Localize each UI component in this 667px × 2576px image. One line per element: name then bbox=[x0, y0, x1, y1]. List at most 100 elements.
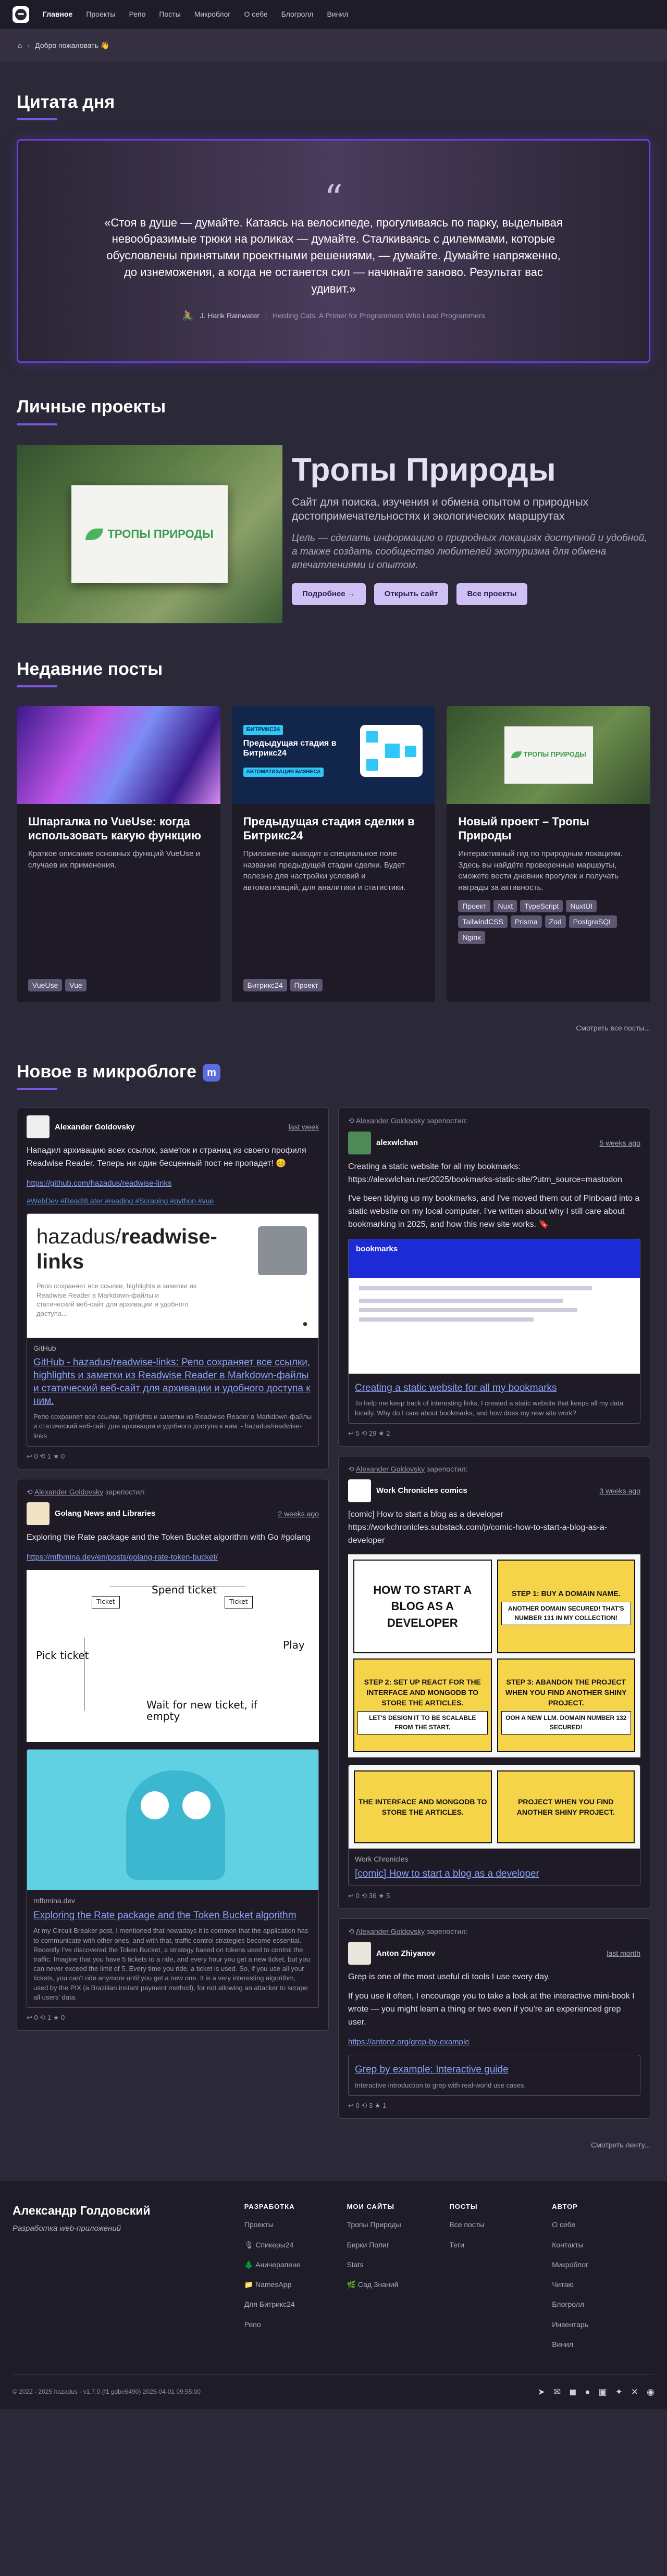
link-card[interactable]: mfbmina.dev Exploring the Rate package a… bbox=[27, 1749, 319, 2008]
project-details-button[interactable]: Подробнее → bbox=[292, 583, 366, 606]
link-title[interactable]: GitHub - hazadus/readwise-links: Репо со… bbox=[33, 1356, 312, 1408]
link-card[interactable]: Grep by example: Interactive guide Inter… bbox=[348, 2055, 640, 2096]
link-title[interactable]: Grep by example: Interactive guide bbox=[355, 2064, 634, 2077]
email-icon[interactable]: ✉ bbox=[553, 2386, 561, 2399]
avatar[interactable] bbox=[27, 1115, 50, 1139]
tag[interactable]: VueUse bbox=[28, 978, 63, 991]
link-preview-image: THE INTERFACE AND MONGODB TO STORE THE A… bbox=[349, 1765, 640, 1849]
tag[interactable]: PostgreSQL bbox=[569, 915, 617, 928]
tag[interactable]: Nuxt bbox=[493, 899, 517, 913]
tag[interactable]: TailwindCSS bbox=[458, 915, 508, 928]
footer-link[interactable]: Блогролл bbox=[552, 2299, 654, 2309]
tag[interactable]: Битрикс24 bbox=[243, 978, 287, 991]
link-title[interactable]: Creating a static website for all my boo… bbox=[355, 1382, 634, 1395]
toot-date[interactable]: last month bbox=[607, 1948, 640, 1958]
avatar[interactable] bbox=[348, 1942, 371, 1965]
nav-projects[interactable]: Проекты bbox=[86, 9, 115, 19]
footer-link[interactable]: 🎙 Спикеры24 bbox=[244, 2240, 347, 2250]
footer-link[interactable]: Бирки Полиг bbox=[347, 2240, 450, 2250]
open-site-button[interactable]: Открыть сайт bbox=[374, 583, 449, 606]
nav-microblog[interactable]: Микроблог bbox=[194, 9, 231, 19]
footer-link[interactable]: Stats bbox=[347, 2259, 450, 2270]
telegram-icon[interactable]: ➤ bbox=[538, 2386, 545, 2399]
toot-link[interactable]: https://antonz.org/grep-by-example bbox=[348, 2037, 640, 2048]
footer-link[interactable]: О себе bbox=[552, 2219, 654, 2230]
toot-date[interactable]: 3 weeks ago bbox=[599, 1486, 640, 1496]
tag[interactable]: Проект bbox=[290, 978, 323, 991]
tag[interactable]: Prisma bbox=[510, 915, 542, 928]
post-card[interactable]: БИТРИКС24 Предыдущая стадия в Битрикс24 … bbox=[231, 706, 436, 1002]
x-icon[interactable]: ✕ bbox=[631, 2386, 638, 2399]
footer-link[interactable]: Инвентарь bbox=[552, 2319, 654, 2330]
tag[interactable]: NuxtUI bbox=[566, 899, 597, 913]
footer-name: Александр Голдовский bbox=[13, 2204, 151, 2218]
top-navigation: Главное Проекты Репо Посты Микроблог О с… bbox=[0, 0, 667, 29]
link-card[interactable]: bookmarks Creating a static website for … bbox=[348, 1238, 640, 1424]
link-card[interactable]: THE INTERFACE AND MONGODB TO STORE THE A… bbox=[348, 1765, 640, 1887]
toot-date[interactable]: last week bbox=[289, 1122, 319, 1132]
toot-author[interactable]: Golang News and Libraries bbox=[55, 1508, 155, 1519]
avatar[interactable] bbox=[27, 1502, 50, 1525]
toot-date[interactable]: 5 weeks ago bbox=[599, 1138, 640, 1148]
project-logo: ТРОПЫ ПРИРОДЫ bbox=[71, 485, 228, 583]
footer-link[interactable]: Для Битрикс24 bbox=[244, 2299, 347, 2309]
footer-link[interactable]: Микроблог bbox=[552, 2259, 654, 2270]
tag[interactable]: Zod bbox=[545, 915, 566, 928]
avatar[interactable] bbox=[348, 1479, 371, 1502]
all-projects-button[interactable]: Все проекты bbox=[456, 583, 527, 606]
toot-author[interactable]: alexwlchan bbox=[376, 1137, 418, 1149]
bluesky-icon[interactable]: ✦ bbox=[615, 2386, 623, 2399]
footer-link[interactable]: Все посты bbox=[449, 2219, 552, 2230]
post-title[interactable]: Шпаргалка по VueUse: когда использовать … bbox=[28, 814, 209, 843]
post-title[interactable]: Новый проект – Тропы Природы bbox=[458, 814, 639, 843]
footer-link[interactable]: Читаю bbox=[552, 2279, 654, 2290]
footer-link[interactable]: Тропы Природы bbox=[347, 2219, 450, 2230]
github-icon[interactable]: ● bbox=[585, 2386, 590, 2399]
tag[interactable]: Проект bbox=[458, 899, 491, 913]
microblog-feed-link[interactable]: Смотреть ленту... bbox=[17, 2140, 650, 2150]
dev-icon[interactable]: ▣ bbox=[599, 2386, 607, 2399]
post-card[interactable]: ТРОПЫ ПРИРОДЫ Новый проект – Тропы Приро… bbox=[447, 706, 651, 1002]
footer-link[interactable]: Винил bbox=[552, 2339, 654, 2349]
footer-link[interactable]: Проекты bbox=[244, 2219, 347, 2230]
avatar[interactable] bbox=[348, 1131, 371, 1154]
toot-author[interactable]: Anton Zhiyanov bbox=[376, 1948, 435, 1959]
nav-repos[interactable]: Репо bbox=[129, 9, 146, 19]
project-goal: Цель — сделать информацию о природных ло… bbox=[292, 533, 647, 571]
nav-about[interactable]: О себе bbox=[244, 9, 268, 19]
toot-link[interactable]: https://mfbmina.dev/en/posts/golang-rate… bbox=[27, 1552, 319, 1563]
breadcrumb-separator: › bbox=[27, 41, 30, 49]
nav-blogroll[interactable]: Блогролл bbox=[281, 9, 314, 19]
link-title[interactable]: Exploring the Rate package and the Token… bbox=[33, 1909, 312, 1922]
rss-icon[interactable]: ◉ bbox=[647, 2386, 654, 2399]
post-title[interactable]: Предыдущая стадия сделки в Битрикс24 bbox=[243, 814, 424, 843]
reblog-note: ⟲ Alexander Goldovsky зарепостил: bbox=[27, 1487, 146, 1496]
toot-date[interactable]: 2 weeks ago bbox=[278, 1509, 319, 1519]
nav-vinyl[interactable]: Винил bbox=[327, 9, 348, 19]
toot-link[interactable]: https://github.com/hazadus/readwise-link… bbox=[27, 1178, 319, 1189]
toot-author[interactable]: Work Chronicles comics bbox=[376, 1485, 467, 1497]
footer-link[interactable]: 🌿 Сад Знаний bbox=[347, 2279, 450, 2290]
nav-home[interactable]: Главное bbox=[43, 9, 72, 19]
home-icon[interactable]: ⌂ bbox=[18, 40, 22, 51]
post-card[interactable]: Шпаргалка по VueUse: когда использовать … bbox=[17, 706, 220, 1002]
footer-link[interactable]: 📁 NamesApp bbox=[244, 2279, 347, 2290]
footer-link[interactable]: Контакты bbox=[552, 2240, 654, 2250]
link-card[interactable]: hazadus/readwise-links Репо сохраняет вс… bbox=[27, 1213, 319, 1447]
toot-author[interactable]: Alexander Goldovsky bbox=[55, 1122, 134, 1133]
project-image[interactable]: ТРОПЫ ПРИРОДЫ bbox=[17, 445, 282, 623]
nav-posts[interactable]: Посты bbox=[159, 9, 180, 19]
thumb-title: Предыдущая стадия в Битрикс24 bbox=[243, 738, 337, 758]
footer-link[interactable]: 🌲 Аничерапене bbox=[244, 2259, 347, 2270]
tag[interactable]: TypeScript bbox=[520, 899, 563, 913]
footer-column: МОИ САЙТЫ Тропы Природы Бирки Полиг Stat… bbox=[347, 2202, 450, 2359]
tag[interactable]: Nginx bbox=[458, 931, 486, 944]
mastodon-icon[interactable]: ◼ bbox=[569, 2386, 576, 2399]
site-logo[interactable] bbox=[13, 6, 29, 23]
link-title[interactable]: [comic] How to start a blog as a develop… bbox=[355, 1868, 634, 1881]
footer-link[interactable]: Теги bbox=[449, 2240, 552, 2250]
all-posts-link[interactable]: Смотреть все посты... bbox=[17, 1023, 650, 1033]
tag[interactable]: Vue bbox=[65, 978, 87, 991]
toot-hashtags[interactable]: #WebDev #ReadItLater #reading #Scraping … bbox=[27, 1196, 319, 1206]
footer-link[interactable]: Репо bbox=[244, 2319, 347, 2330]
